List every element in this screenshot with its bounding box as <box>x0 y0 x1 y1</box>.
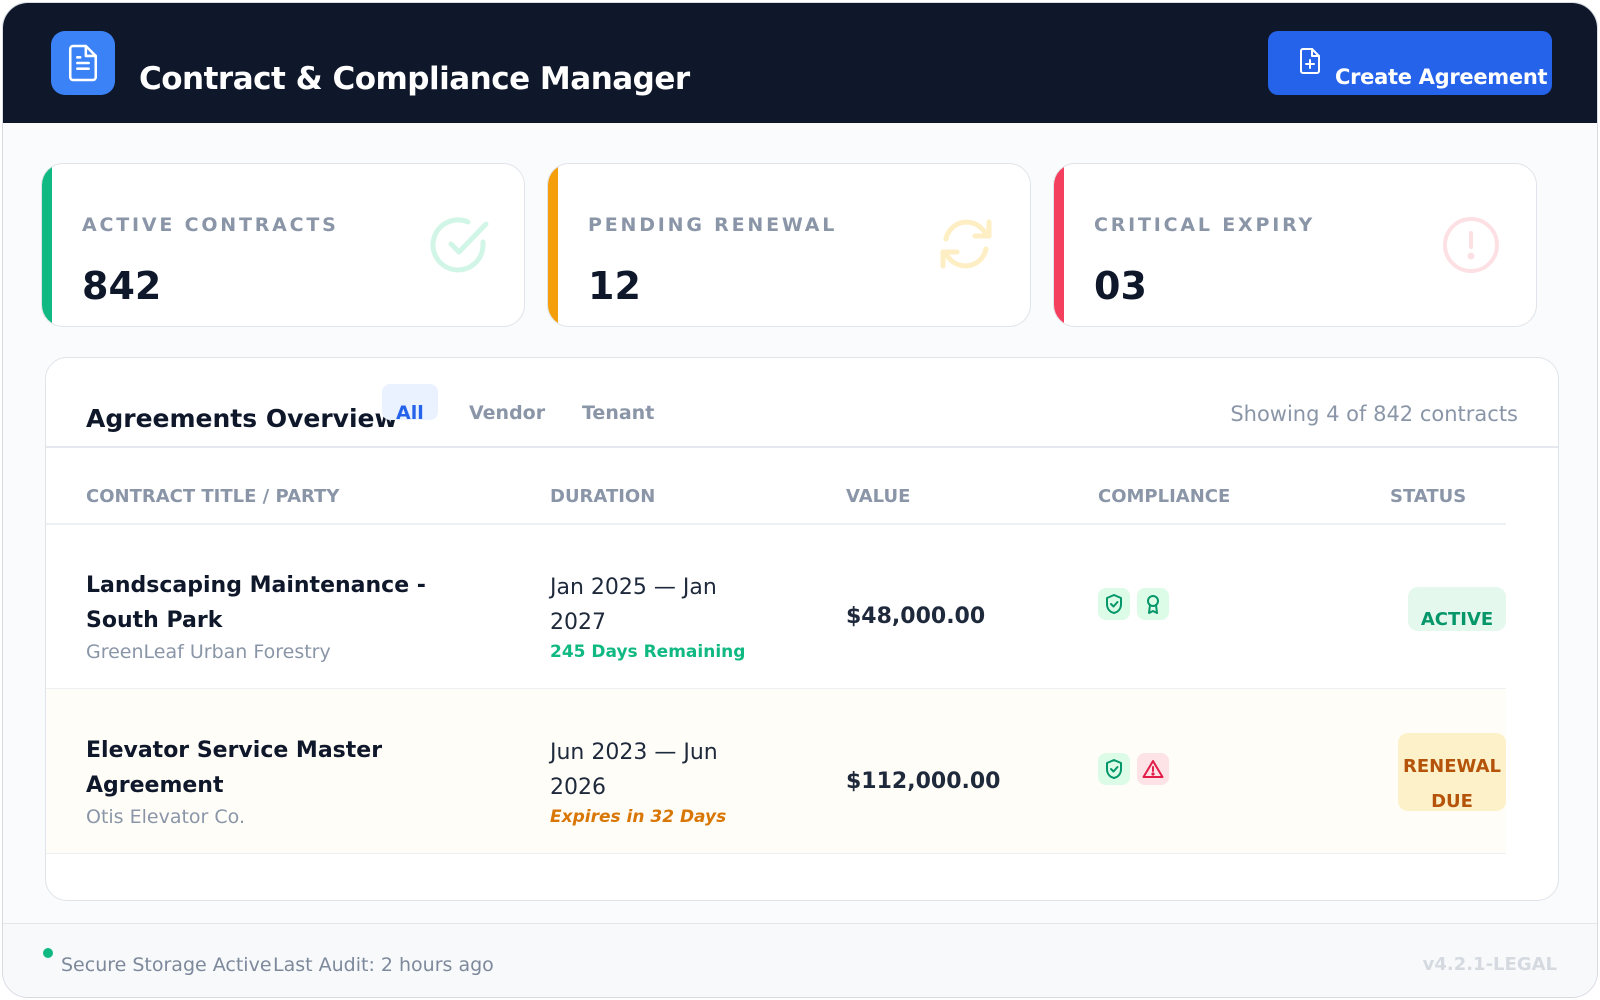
warning-triangle-icon[interactable] <box>1137 753 1169 785</box>
stat-accent <box>548 164 558 326</box>
document-icon <box>51 31 115 95</box>
column-header-status: STATUS <box>1390 486 1467 507</box>
stat-card-critical-expiry: CRITICAL EXPIRY 03 <box>1053 163 1537 327</box>
table-row[interactable]: Elevator Service Master Agreement Otis E… <box>46 689 1506 854</box>
stat-card-pending-renewal: PENDING RENEWAL 12 <box>547 163 1031 327</box>
stat-accent <box>42 164 52 326</box>
status-dot-icon <box>43 948 53 958</box>
stat-card-active-contracts: ACTIVE CONTRACTS 842 <box>41 163 525 327</box>
status-footer: Secure Storage Active Last Audit: 2 hour… <box>3 923 1597 997</box>
last-audit: Last Audit: 2 hours ago <box>273 954 494 976</box>
column-header-value: VALUE <box>846 486 911 507</box>
agreements-panel: Agreements Overview All Vendor Tenant Sh… <box>45 357 1559 901</box>
alert-circle-icon <box>1440 214 1502 281</box>
shield-check-icon[interactable] <box>1098 753 1130 785</box>
days-remaining: 245 Days Remaining <box>550 642 746 662</box>
app-header: Contract & Compliance Manager Create Agr… <box>3 3 1597 123</box>
contract-duration: Jan 2025 — Jan 2027 <box>550 575 717 635</box>
results-count: Showing 4 of 842 contracts <box>1230 402 1518 426</box>
panel-title: Agreements Overview <box>86 404 398 433</box>
app-version: v4.2.1-LEGAL <box>1422 954 1557 975</box>
contract-title: Elevator Service Master Agreement <box>86 738 383 798</box>
check-circle-icon <box>428 214 490 281</box>
stat-value: 842 <box>82 264 162 308</box>
contract-party: Otis Elevator Co. <box>86 806 246 828</box>
stat-label: PENDING RENEWAL <box>588 214 838 236</box>
table-row[interactable]: Landscaping Maintenance - South Park Gre… <box>46 524 1506 689</box>
stat-label: ACTIVE CONTRACTS <box>82 214 339 236</box>
contract-party: GreenLeaf Urban Forestry <box>86 641 331 663</box>
column-header-title: CONTRACT TITLE / PARTY <box>86 486 340 507</box>
file-plus-icon <box>1298 47 1322 80</box>
create-agreement-label: Create Agreement <box>1335 65 1548 89</box>
contract-title: Landscaping Maintenance - South Park <box>86 573 426 633</box>
status-badge: ACTIVE <box>1408 587 1506 631</box>
tab-vendor[interactable]: Vendor <box>455 384 559 424</box>
contract-duration: Jun 2023 — Jun 2026 <box>550 740 718 800</box>
divider <box>46 446 1558 448</box>
column-header-duration: DURATION <box>550 486 656 507</box>
divider <box>46 852 1506 854</box>
shield-check-icon[interactable] <box>1098 588 1130 620</box>
app-window: Contract & Compliance Manager Create Agr… <box>2 2 1598 998</box>
stat-value: 03 <box>1094 264 1147 308</box>
app-title: Contract & Compliance Manager <box>139 61 690 97</box>
days-remaining: Expires in 32 Days <box>550 807 727 827</box>
column-header-compliance: COMPLIANCE <box>1098 486 1231 507</box>
stat-value: 12 <box>588 264 641 308</box>
refresh-icon <box>936 214 996 279</box>
tab-tenant[interactable]: Tenant <box>568 384 668 424</box>
storage-status: Secure Storage Active <box>61 954 272 976</box>
stat-label: CRITICAL EXPIRY <box>1094 214 1316 236</box>
award-icon[interactable] <box>1137 588 1169 620</box>
contract-value: $48,000.00 <box>846 604 986 629</box>
create-agreement-button[interactable]: Create Agreement <box>1268 31 1552 95</box>
stat-accent <box>1054 164 1064 326</box>
contract-value: $112,000.00 <box>846 769 1001 794</box>
tab-all[interactable]: All <box>382 384 438 424</box>
status-badge: RENEWAL DUE <box>1398 733 1506 812</box>
